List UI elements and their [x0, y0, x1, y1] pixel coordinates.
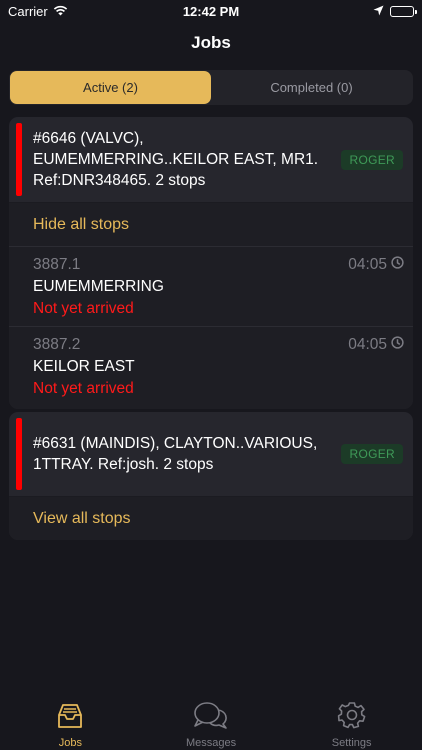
- tab-label: Jobs: [58, 737, 82, 749]
- battery-icon: [390, 6, 417, 17]
- view-all-stops-button[interactable]: View all stops: [9, 496, 413, 540]
- driver-badge: ROGER: [341, 444, 403, 464]
- stop-item[interactable]: 3887.2 04:05 KEILOR EAST Not yet arrived: [9, 326, 413, 409]
- status-time: 12:42 PM: [182, 4, 240, 19]
- job-card: #6646 (VALVC), EUMEMMERRING..KEILOR EAST…: [9, 117, 413, 409]
- job-card-header[interactable]: #6631 (MAINDIS), CLAYTON..VARIOUS, 1TTRA…: [9, 412, 413, 496]
- jobs-segmented-control: Active (2) Completed (0): [9, 70, 413, 105]
- job-description: #6631 (MAINDIS), CLAYTON..VARIOUS, 1TTRA…: [33, 435, 318, 473]
- hide-all-stops-button[interactable]: Hide all stops: [9, 202, 413, 246]
- tab-bar: Jobs Messages Settings: [0, 700, 422, 750]
- chat-bubbles-icon: [192, 701, 230, 734]
- status-bar-right: [373, 4, 417, 19]
- segment-active[interactable]: Active (2): [10, 71, 211, 104]
- stop-status: Not yet arrived: [33, 300, 134, 317]
- page-title: Jobs: [191, 33, 231, 52]
- clock-icon: [391, 334, 404, 356]
- job-card: #6631 (MAINDIS), CLAYTON..VARIOUS, 1TTRA…: [9, 412, 413, 540]
- tab-jobs[interactable]: Jobs: [0, 700, 141, 750]
- driver-badge: ROGER: [341, 149, 403, 170]
- status-bar: Carrier 12:42 PM: [0, 0, 422, 22]
- segment-completed[interactable]: Completed (0): [211, 71, 412, 104]
- tab-messages[interactable]: Messages: [141, 700, 282, 750]
- inbox-icon: [55, 703, 85, 734]
- stop-name: KEILOR EAST: [33, 358, 135, 375]
- stop-name: EUMEMMERRING: [33, 278, 164, 295]
- tab-label: Messages: [185, 737, 237, 749]
- job-priority-bar: [16, 123, 22, 196]
- location-arrow-icon: [373, 4, 384, 19]
- stop-time-value: 04:05: [348, 256, 387, 273]
- stop-time: 04:05: [348, 254, 404, 276]
- stop-status: Not yet arrived: [33, 380, 134, 397]
- job-card-header[interactable]: #6646 (VALVC), EUMEMMERRING..KEILOR EAST…: [9, 117, 413, 202]
- tab-label: Settings: [331, 737, 372, 749]
- stop-item[interactable]: 3887.1 04:05 EUMEMMERRING Not yet arrive…: [9, 246, 413, 326]
- job-description: #6646 (VALVC), EUMEMMERRING..KEILOR EAST…: [33, 130, 319, 189]
- gear-icon: [337, 701, 367, 734]
- job-priority-bar: [16, 418, 22, 490]
- clock-icon: [391, 254, 404, 276]
- tab-settings[interactable]: Settings: [281, 700, 422, 750]
- stop-time-value: 04:05: [348, 336, 387, 353]
- stop-time: 04:05: [348, 334, 404, 356]
